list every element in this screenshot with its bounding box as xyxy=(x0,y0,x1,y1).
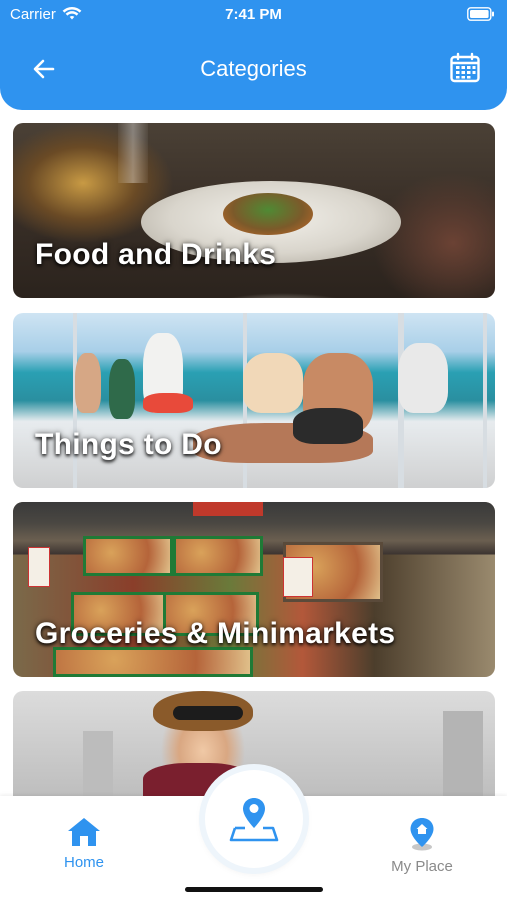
home-icon xyxy=(68,818,100,846)
battery-icon xyxy=(467,7,495,25)
calendar-icon xyxy=(450,52,480,83)
tab-home[interactable]: Home xyxy=(34,816,134,871)
app-header: Carrier 7:41 PM Categories xyxy=(0,0,507,110)
status-time: 7:41 PM xyxy=(225,6,282,23)
category-card-food-and-drinks[interactable]: Food and Drinks xyxy=(13,123,495,298)
page-title: Categories xyxy=(200,56,307,81)
map-button[interactable] xyxy=(205,770,303,868)
tab-my-place-label: My Place xyxy=(391,858,453,875)
calendar-button[interactable] xyxy=(447,50,483,86)
status-bar: Carrier 7:41 PM xyxy=(0,0,507,28)
category-title: Food and Drinks xyxy=(35,238,277,271)
location-pin-icon xyxy=(410,818,434,851)
map-pin-icon xyxy=(229,798,279,842)
category-title: Groceries & Minimarkets xyxy=(35,617,396,650)
category-card-groceries-and-minimarkets[interactable]: Groceries & Minimarkets xyxy=(13,502,495,677)
category-card-things-to-do[interactable]: Things to Do xyxy=(13,313,495,488)
home-indicator xyxy=(185,887,323,892)
tab-my-place[interactable]: My Place xyxy=(372,816,472,875)
category-title: Things to Do xyxy=(35,428,222,461)
tab-home-label: Home xyxy=(63,854,104,871)
